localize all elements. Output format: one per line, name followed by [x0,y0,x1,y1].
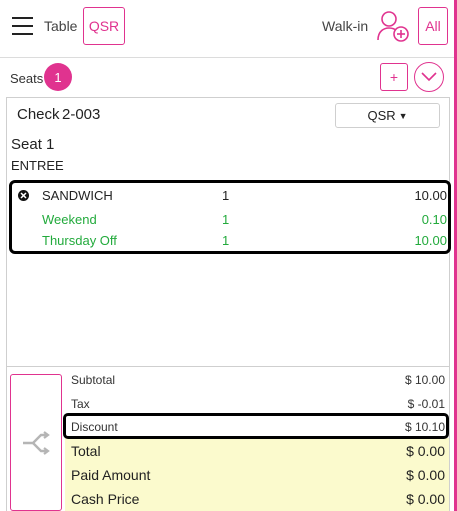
cash-price-label: Cash Price [71,491,140,507]
chevron-down-icon [421,72,437,82]
check-panel: Check 2-003 QSR ▼ Seat 1 ENTREE SANDWICH… [6,97,451,511]
order-items-group: SANDWICH 1 10.00 Weekend 1 0.10 Thursday… [9,180,451,254]
discount-name: Thursday Off [42,233,117,248]
discount-qty: 1 [222,212,230,227]
menu-icon[interactable] [12,17,33,35]
seat-title: Seat 1 [11,136,55,153]
order-type-dropdown[interactable]: QSR ▼ [335,103,440,128]
course-label: ENTREE [11,158,64,173]
seat-count-badge[interactable]: 1 [44,63,72,91]
item-name: SANDWICH [42,188,113,203]
add-customer-icon[interactable] [376,9,410,43]
discount-row[interactable]: Weekend 1 0.10 [12,212,448,232]
item-qty: 1 [222,188,230,203]
cash-price-value: $ 0.00 [406,491,445,507]
subtotal-value: $ 10.00 [404,373,445,387]
discount-row[interactable]: Thursday Off 1 10.00 [12,233,448,253]
paid-value: $ 0.00 [406,467,445,483]
split-check-button[interactable] [10,374,62,511]
top-bar: Table QSR Walk-in All [0,0,454,58]
check-label: Check [17,106,60,123]
tax-value: $ -0.01 [407,397,445,411]
discount-price: 10.00 [414,233,447,248]
split-icon [23,430,50,455]
paid-label: Paid Amount [71,467,151,483]
subtotal-label: Subtotal [71,373,116,387]
add-seat-button[interactable]: + [380,63,408,91]
check-number: 2-003 [62,106,101,123]
item-price: 10.00 [414,188,447,203]
order-item[interactable]: SANDWICH 1 10.00 [12,188,448,208]
total-label: Total [71,443,101,459]
all-button[interactable]: All [418,7,448,45]
totals-section: Subtotal $ 10.00 Tax $ -0.01 Discount $ … [7,366,449,511]
discount-highlight-box [63,413,449,439]
caret-down-icon: ▼ [398,110,408,121]
seats-label: Seats [10,71,44,86]
discount-name: Weekend [42,212,97,227]
seats-row: Seats 1 + [0,59,454,97]
discount-qty: 1 [222,233,230,248]
remove-item-icon[interactable] [18,190,29,201]
table-label: Table [44,18,78,34]
tax-label: Tax [71,397,90,411]
total-value: $ 0.00 [406,443,445,459]
discount-price: 0.10 [421,212,447,227]
table-qsr-button[interactable]: QSR [83,7,125,45]
walkin-label: Walk-in [322,18,369,34]
expand-seats-button[interactable] [414,62,444,92]
order-type-value: QSR [367,108,396,123]
